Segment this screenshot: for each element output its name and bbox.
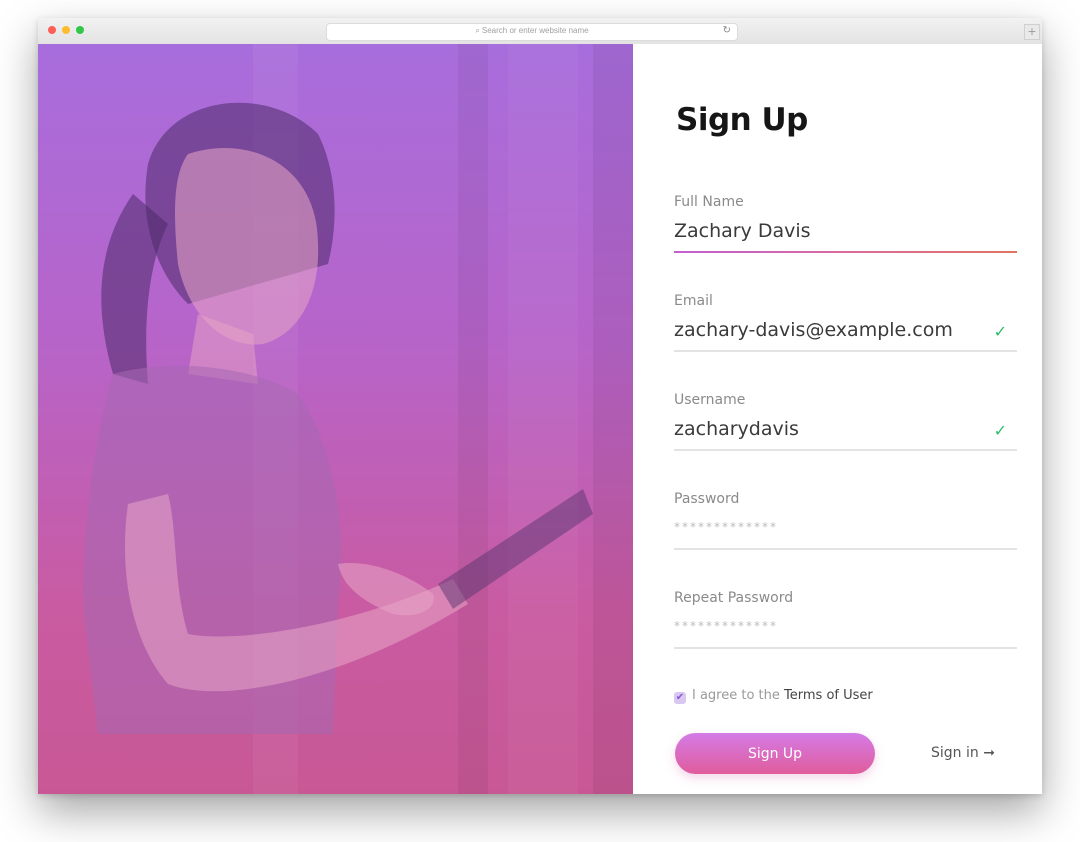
address-bar[interactable]: ⌕ Search or enter website name ↻	[326, 23, 738, 41]
checkmark-icon: ✓	[993, 322, 1007, 341]
minimize-window-button[interactable]	[62, 26, 70, 34]
repeat-password-label: Repeat Password	[674, 590, 794, 606]
woman-with-tablet-photo-icon	[83, 44, 633, 794]
agree-checkbox[interactable]: ✔	[674, 692, 686, 704]
full-name-field: Full Name	[674, 194, 1017, 253]
checkmark-icon: ✓	[993, 421, 1007, 440]
sign-up-button[interactable]: Sign Up	[675, 733, 875, 774]
username-field: Username ✓	[674, 392, 1017, 451]
address-placeholder: Search or enter website name	[481, 26, 589, 35]
terms-agreement: ✔ I agree to the Terms of User	[674, 688, 873, 704]
email-label: Email	[674, 293, 713, 309]
username-label: Username	[674, 392, 746, 408]
hero-image	[38, 44, 633, 794]
full-name-label: Full Name	[674, 194, 744, 210]
password-input[interactable]: *************	[674, 520, 778, 534]
full-name-underline-active	[674, 251, 1017, 253]
full-name-input[interactable]	[674, 220, 974, 242]
signup-panel: Sign Up Full Name Email ✓ Username ✓ Pas…	[633, 44, 1042, 794]
username-underline	[674, 449, 1017, 451]
repeat-password-underline	[674, 647, 1017, 649]
email-field: Email ✓	[674, 293, 1017, 352]
password-field: Password *************	[674, 491, 1017, 550]
username-input[interactable]	[674, 418, 974, 440]
repeat-password-input[interactable]: *************	[674, 619, 778, 633]
reload-icon[interactable]: ↻	[723, 25, 731, 36]
sign-in-link[interactable]: Sign in ➞	[931, 745, 995, 761]
sign-in-label: Sign in	[931, 745, 979, 761]
browser-titlebar: ⌕ Search or enter website name ↻ +	[38, 18, 1042, 45]
arrow-right-icon: ➞	[983, 745, 995, 761]
terms-link[interactable]: Terms of User	[784, 688, 873, 703]
browser-window: ⌕ Search or enter website name ↻ + Sign …	[38, 18, 1042, 794]
new-tab-button[interactable]: +	[1024, 24, 1040, 40]
zoom-window-button[interactable]	[76, 26, 84, 34]
repeat-password-field: Repeat Password *************	[674, 590, 1017, 649]
email-input[interactable]	[674, 319, 974, 341]
search-icon: ⌕	[475, 26, 480, 35]
email-underline	[674, 350, 1017, 352]
password-label: Password	[674, 491, 740, 507]
page-title: Sign Up	[676, 102, 808, 138]
close-window-button[interactable]	[48, 26, 56, 34]
agree-text: I agree to the	[692, 688, 780, 703]
password-underline	[674, 548, 1017, 550]
